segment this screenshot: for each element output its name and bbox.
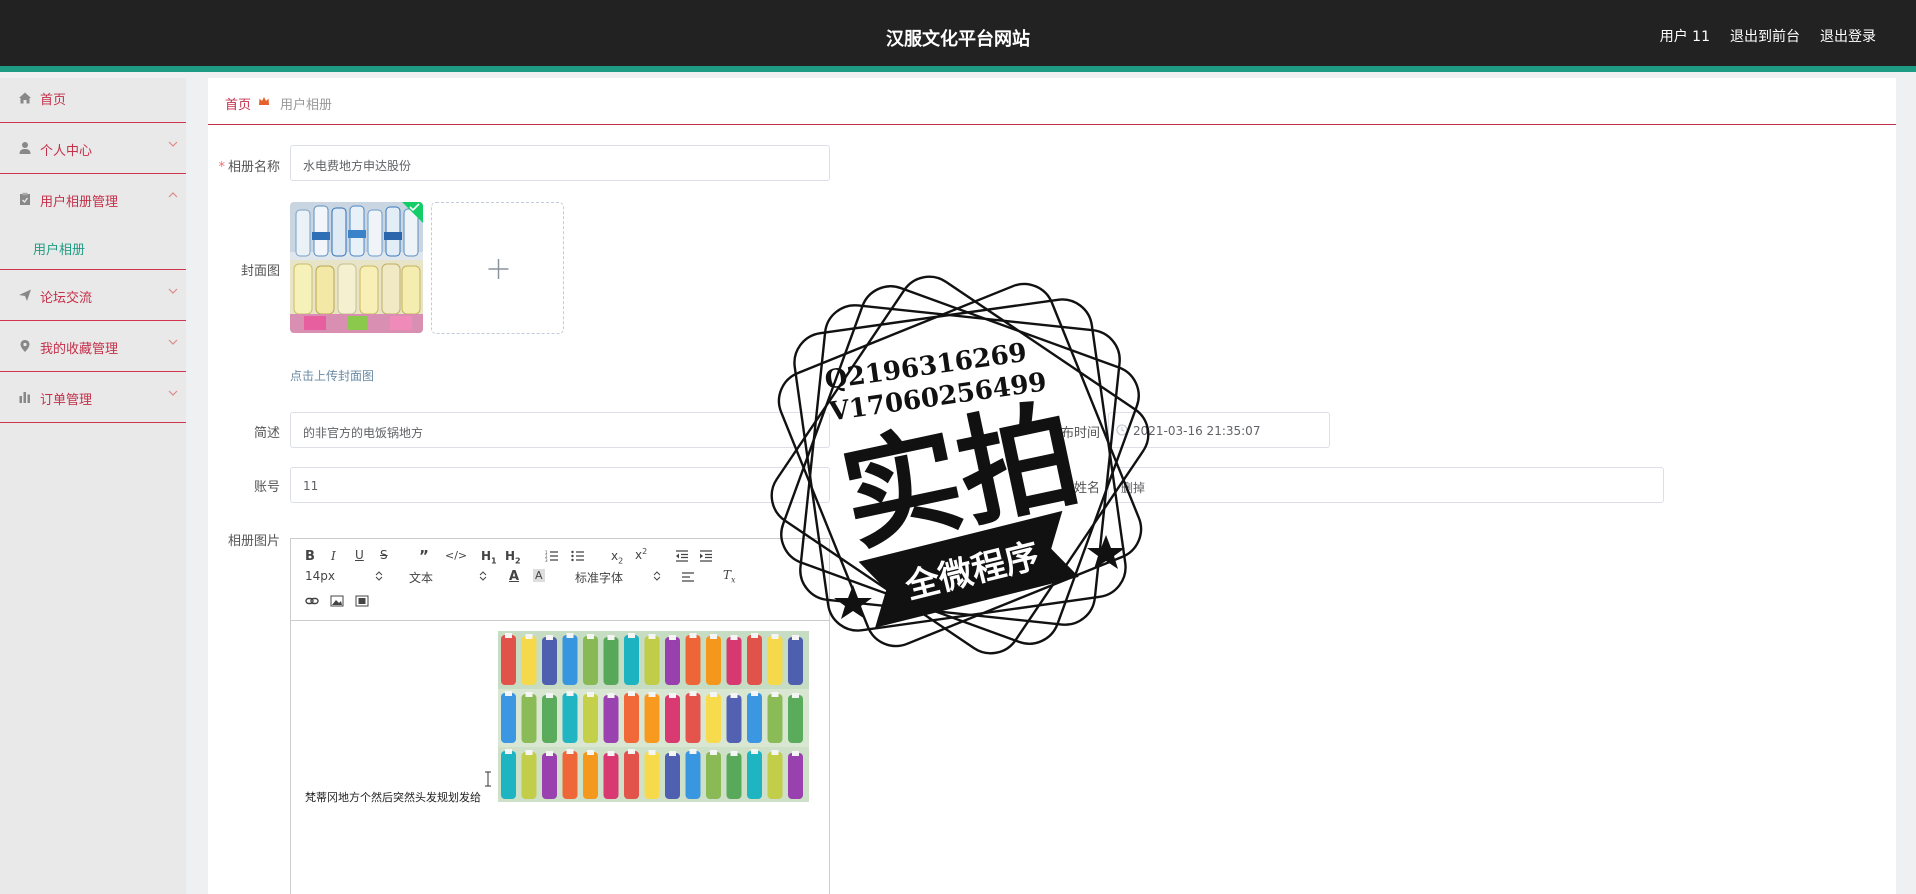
location-icon: [20, 340, 30, 352]
desc-label: 简述: [253, 426, 280, 441]
background-color-icon[interactable]: A: [533, 569, 545, 582]
header-actions: 用户 11 退出到前台 退出登录: [1660, 26, 1876, 46]
site-title: 汉服文化平台网站: [886, 29, 1030, 50]
sidebar-item-personal-center[interactable]: 个人中心: [0, 123, 186, 174]
bold-icon[interactable]: B: [305, 549, 315, 564]
sidebar-item-forum[interactable]: 论坛交流: [0, 270, 186, 321]
ordered-list-icon[interactable]: 123: [545, 550, 559, 562]
sidebar-item-label: 订单管理: [40, 393, 93, 408]
breadcrumb-home[interactable]: 首页: [225, 94, 251, 113]
user-icon: [19, 142, 31, 154]
sidebar-item-label: 用户相册管理: [40, 195, 119, 210]
code-block-icon[interactable]: </>: [445, 549, 467, 562]
link-icon[interactable]: [305, 595, 319, 607]
star-icon: [834, 585, 872, 619]
album-name-input[interactable]: 水电费地方申达股份: [290, 145, 830, 181]
sidebar-item-orders[interactable]: 订单管理: [0, 372, 186, 423]
clear-format-icon[interactable]: Tx: [723, 568, 736, 584]
svg-text:3: 3: [545, 558, 548, 562]
chevron-down-icon: [168, 288, 178, 294]
top-header: 汉服文化平台网站 用户 11 退出到前台 退出登录: [0, 0, 1916, 72]
editor-toolbar: B I U S ” </> H1 H2 123 x2 x2 14px 文本 A …: [291, 539, 829, 621]
select-arrows-icon: [375, 571, 383, 581]
breadcrumb-current: 用户相册: [280, 98, 333, 113]
heading2-icon[interactable]: H2: [505, 549, 521, 565]
logout-link[interactable]: 退出登录: [1820, 26, 1876, 46]
blockquote-icon[interactable]: ”: [419, 547, 429, 565]
account-label: 账号: [253, 480, 280, 495]
indent-icon[interactable]: [699, 550, 713, 562]
bar-chart-icon: [19, 392, 30, 403]
watermark-stamp: Q2196316269 V17060256499 实拍 全微程序: [770, 275, 1150, 655]
chevron-up-icon: [168, 192, 178, 198]
sidebar-item-label: 我的收藏管理: [40, 342, 119, 357]
editor-paragraph: 梵蒂冈地方个然后突然头发规划发给: [305, 791, 481, 804]
breadcrumb: 首页 用户相册: [208, 78, 1896, 125]
back-to-front-link[interactable]: 退出到前台: [1730, 26, 1800, 46]
bullet-list-icon[interactable]: [571, 550, 585, 562]
image-icon[interactable]: [330, 595, 344, 607]
editor-content[interactable]: 梵蒂冈地方个然后突然头发规划发给: [291, 621, 829, 894]
sidebar-subitem-user-album[interactable]: 用户相册: [0, 225, 186, 270]
name-input[interactable]: 删掉: [1108, 467, 1664, 503]
clipboard-icon: [20, 192, 30, 205]
font-color-icon[interactable]: A: [509, 569, 519, 584]
strikethrough-icon[interactable]: S: [380, 548, 388, 562]
outdent-icon[interactable]: [675, 550, 689, 562]
subscript-icon[interactable]: x2: [611, 549, 623, 565]
plus-icon: [488, 259, 509, 279]
cover-upload-button[interactable]: [431, 202, 564, 334]
select-arrows-icon: [479, 571, 487, 581]
desc-input[interactable]: 的非官方的电饭锅地方: [290, 412, 830, 448]
images-label: 相册图片: [227, 534, 280, 549]
cover-thumbnail[interactable]: [290, 202, 423, 333]
italic-icon[interactable]: I: [331, 549, 336, 563]
crown-icon: [259, 97, 269, 105]
current-user[interactable]: 用户 11: [1660, 26, 1710, 46]
sidebar-item-label: 首页: [40, 93, 67, 108]
heading1-icon[interactable]: H1: [481, 549, 497, 565]
font-family-select[interactable]: 标准字体: [575, 569, 623, 586]
sidebar-item-label: 论坛交流: [40, 291, 93, 306]
send-icon: [19, 289, 31, 301]
text-type-select[interactable]: 文本: [409, 569, 433, 586]
sidebar-item-home[interactable]: 首页: [0, 78, 186, 123]
account-input[interactable]: 11: [290, 467, 830, 503]
superscript-icon[interactable]: x2: [635, 547, 647, 562]
cover-image: [290, 202, 423, 333]
chevron-down-icon: [168, 339, 178, 345]
home-icon: [19, 92, 31, 104]
rich-text-editor[interactable]: B I U S ” </> H1 H2 123 x2 x2 14px 文本 A …: [290, 538, 830, 894]
cover-label: 封面图: [240, 264, 280, 279]
font-size-select[interactable]: 14px: [305, 569, 335, 583]
align-icon[interactable]: [681, 572, 695, 582]
upload-hint: 点击上传封面图: [290, 369, 375, 383]
chevron-down-icon: [168, 141, 178, 147]
text-cursor-icon: [485, 771, 491, 787]
sidebar: 首页 个人中心 用户相册管理 用户相册 论坛交流 我的收藏管理 订单管理: [0, 78, 186, 894]
album-name-label: * 相册名称: [218, 160, 280, 175]
sidebar-item-label: 个人中心: [40, 144, 93, 159]
video-icon[interactable]: [355, 595, 369, 607]
chevron-down-icon: [168, 390, 178, 396]
select-arrows-icon: [653, 571, 661, 581]
sidebar-item-favorites[interactable]: 我的收藏管理: [0, 321, 186, 372]
underline-icon[interactable]: U: [355, 548, 364, 562]
sidebar-item-album-management[interactable]: 用户相册管理: [0, 174, 186, 225]
